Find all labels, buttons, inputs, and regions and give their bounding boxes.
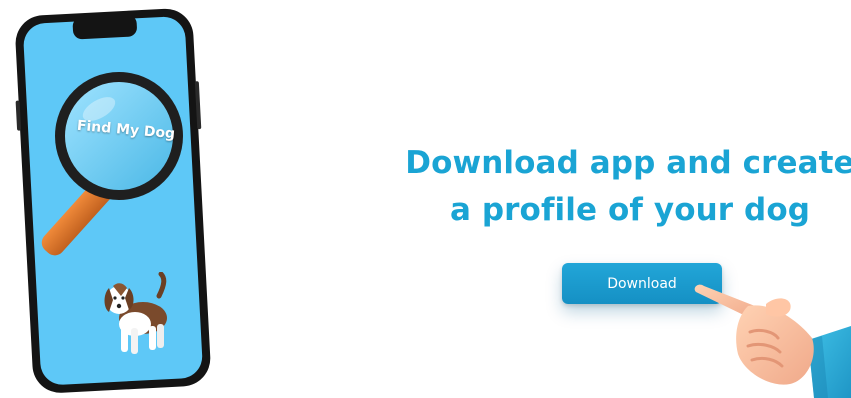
phone-mockup: Find My Dog (4, 6, 214, 398)
headline-line-1: Download app and create (405, 145, 851, 181)
headline-line-2: a profile of your dog (449, 191, 811, 228)
dog-illustration (104, 272, 167, 354)
pointing-hand-icon (694, 284, 851, 398)
app-promo-banner: Find My Dog Download app and create a pr… (0, 0, 851, 398)
page-headline: Download app and create a profile of you… (380, 140, 851, 233)
